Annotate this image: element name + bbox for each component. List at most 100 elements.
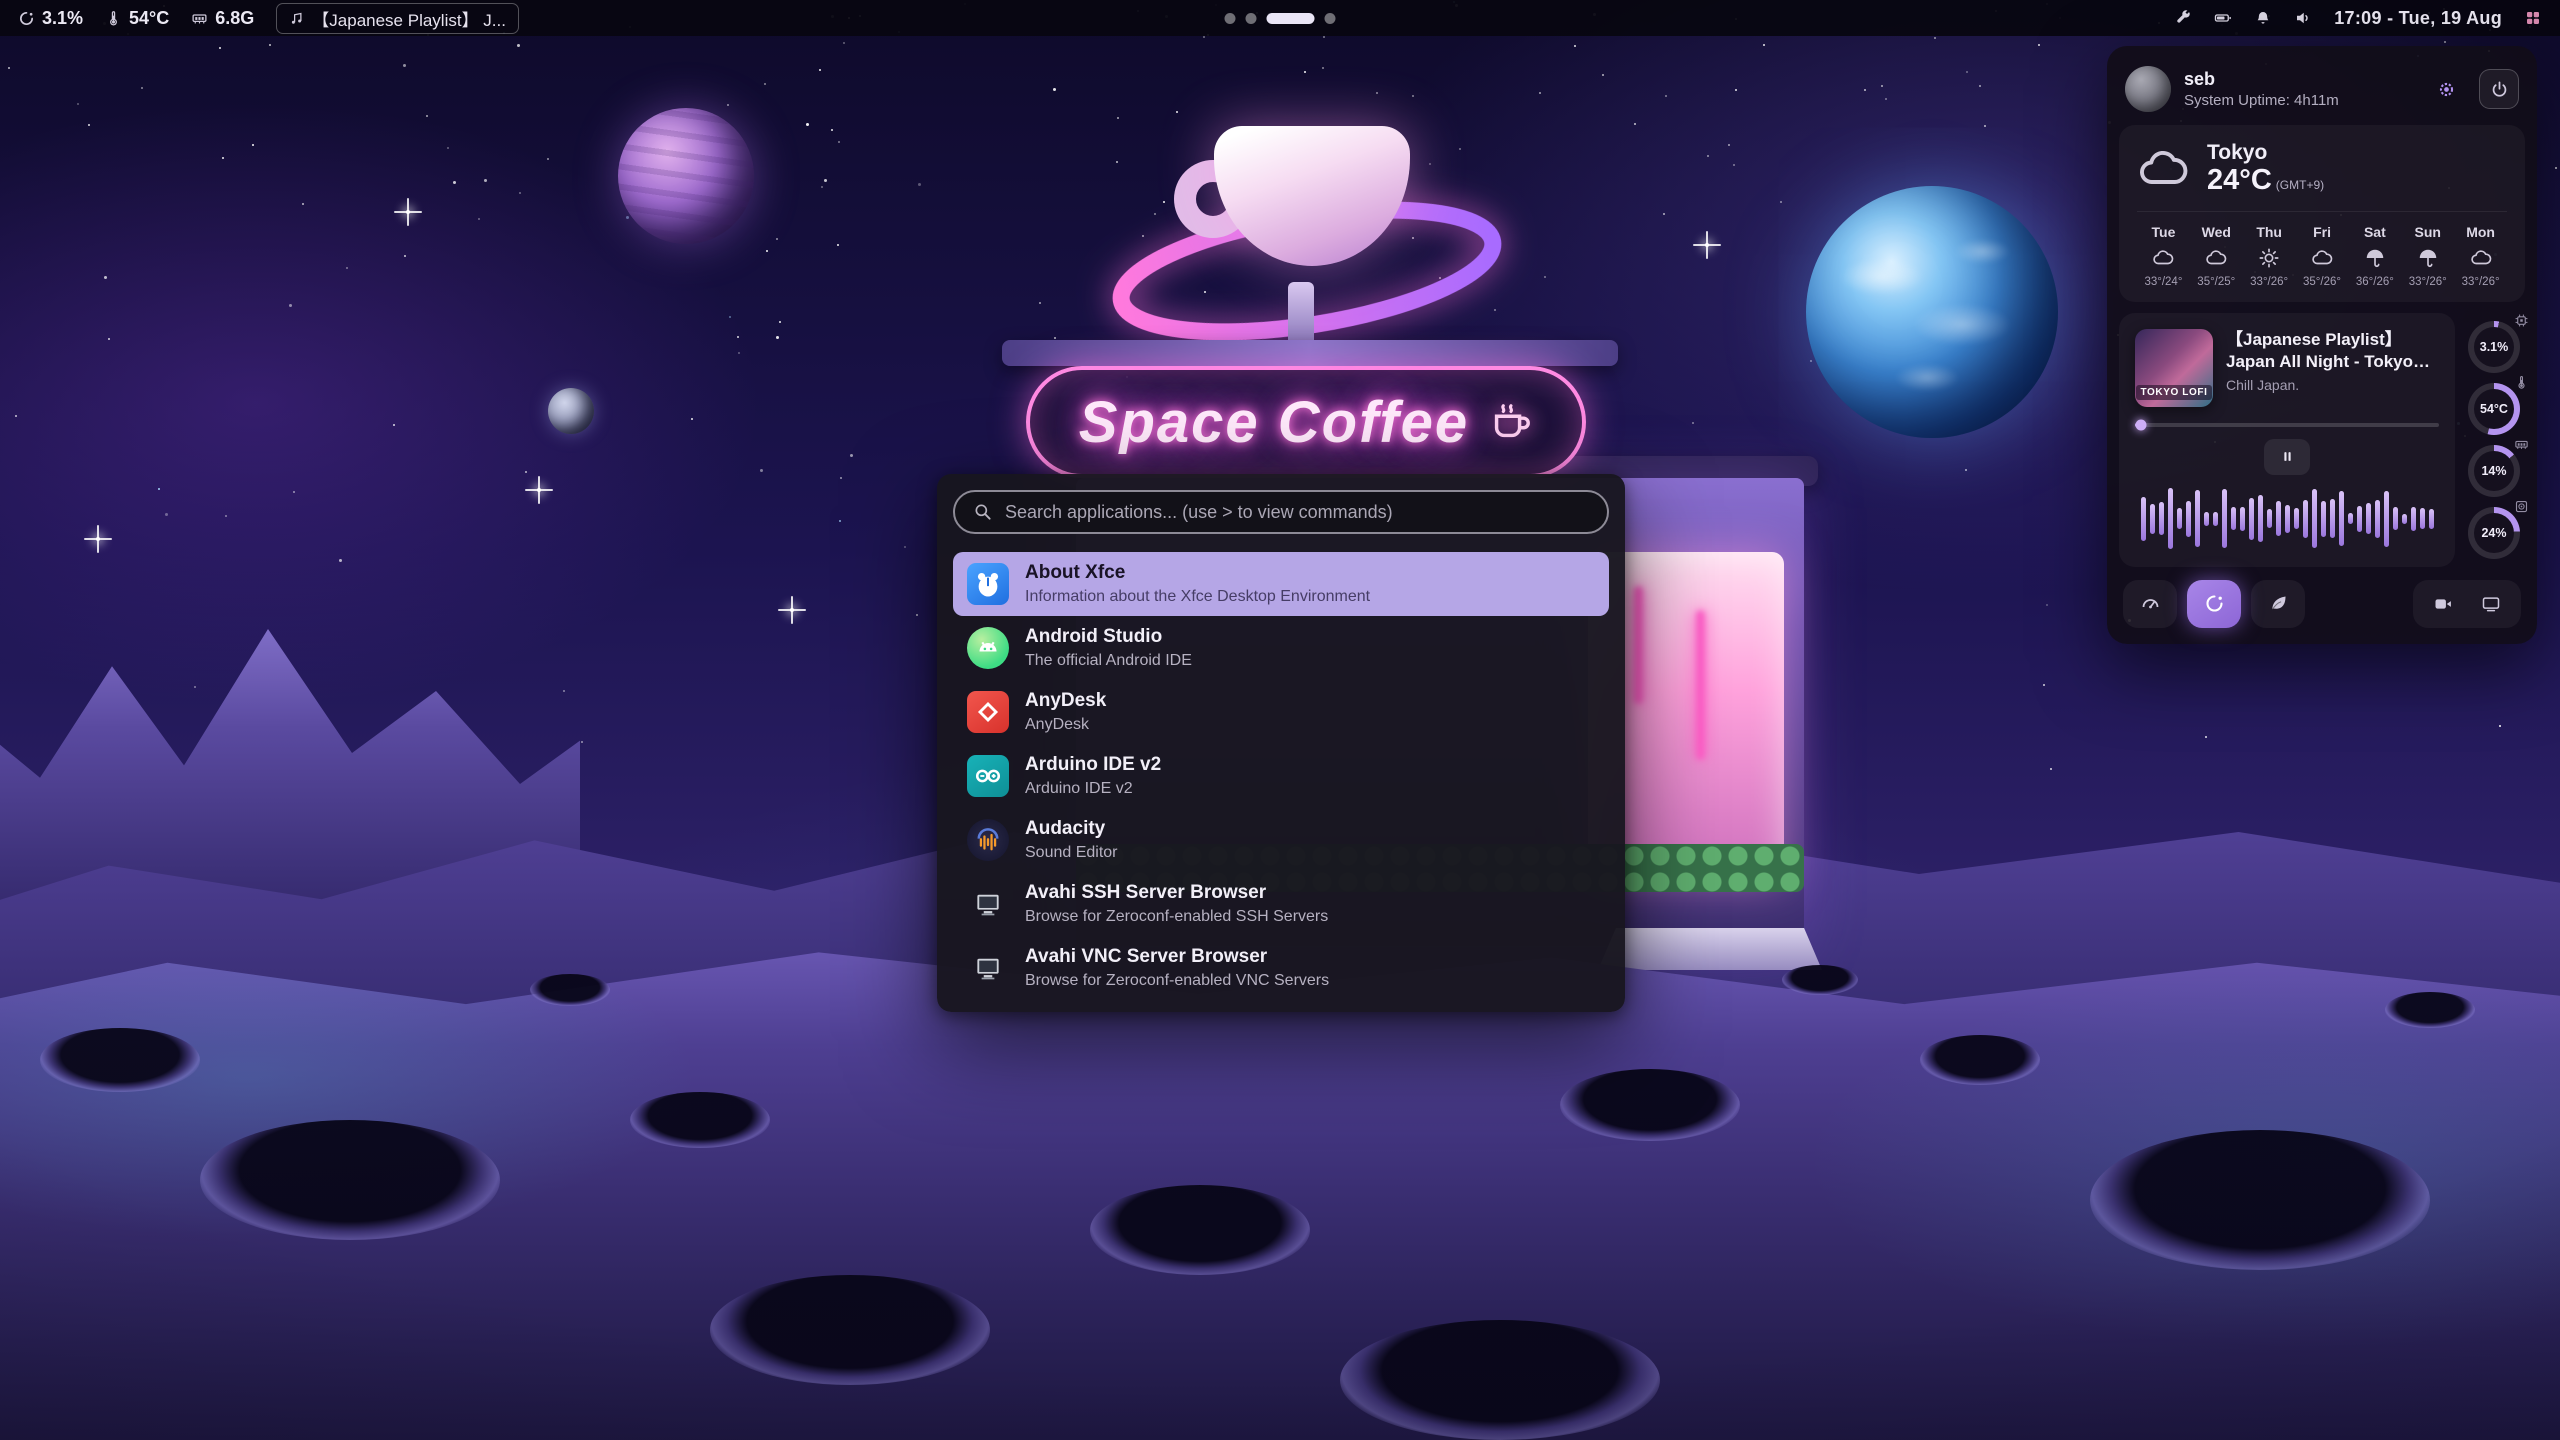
- workspace-2[interactable]: [1246, 13, 1257, 24]
- star: [447, 147, 449, 149]
- crater: [40, 1028, 200, 1092]
- star: [404, 255, 406, 257]
- star: [821, 186, 823, 188]
- battery-icon[interactable]: [2214, 9, 2232, 27]
- app-menu-grid-icon[interactable]: [2524, 9, 2542, 27]
- star: [729, 316, 731, 318]
- balanced-mode-button[interactable]: [2187, 580, 2241, 628]
- screen-record-button[interactable]: [2421, 585, 2465, 623]
- thermometer-icon: [105, 10, 122, 27]
- track-title: 【Japanese Playlist】 Japan All Night - To…: [2226, 329, 2439, 373]
- star: [525, 471, 527, 473]
- forecast-day-label: Sat: [2364, 224, 2386, 240]
- seek-bar[interactable]: [2135, 423, 2439, 427]
- forecast-day-label: Thu: [2256, 224, 2282, 240]
- star: [1780, 201, 1782, 203]
- forecast-day-fri: Fri35°/26°: [2296, 224, 2349, 288]
- launcher-search[interactable]: [953, 490, 1609, 534]
- weather-city: Tokyo: [2207, 141, 2324, 165]
- cloud-icon: [2152, 247, 2174, 269]
- performance-mode-button[interactable]: [2123, 580, 2177, 628]
- app-name: Android Studio: [1025, 626, 1192, 649]
- launcher-item-avahi-ssh-server-browser[interactable]: Avahi SSH Server Browser Browse for Zero…: [953, 872, 1609, 936]
- star: [1539, 92, 1541, 94]
- clock[interactable]: 17:09 - Tue, 19 Aug: [2334, 8, 2502, 29]
- cloud-icon: [2311, 247, 2333, 269]
- wave-bar: [2330, 499, 2335, 538]
- star: [1728, 144, 1730, 146]
- sparkle-star: [537, 488, 541, 492]
- gauge-value: 14%: [2468, 445, 2520, 497]
- tools-icon[interactable]: [2174, 9, 2192, 27]
- wave-bar: [2366, 503, 2371, 534]
- workspace-3-active[interactable]: [1267, 13, 1315, 24]
- star: [104, 276, 107, 279]
- app-description: Arduino IDE v2: [1025, 779, 1161, 798]
- star: [293, 491, 295, 493]
- ram-icon: [2514, 437, 2529, 452]
- cloud-icon: [2470, 247, 2492, 269]
- volume-icon[interactable]: [2294, 9, 2312, 27]
- user-avatar[interactable]: [2125, 66, 2171, 112]
- wave-bar: [2303, 500, 2308, 538]
- disk-icon: [2514, 499, 2529, 514]
- wave-bar: [2186, 501, 2191, 537]
- notification-bell-icon[interactable]: [2254, 9, 2272, 27]
- launcher-item-about-xfce[interactable]: About Xfce Information about the Xfce De…: [953, 552, 1609, 616]
- app-name: Arduino IDE v2: [1025, 754, 1161, 777]
- wave-bar: [2375, 500, 2380, 538]
- star: [222, 157, 224, 159]
- memory-indicator[interactable]: 6.8G: [191, 8, 254, 29]
- cpu-gauge-icon: [18, 10, 35, 27]
- power-button[interactable]: [2479, 69, 2519, 109]
- search-input[interactable]: [1005, 502, 1589, 523]
- now-playing-widget[interactable]: 【Japanese Playlist】 J...: [276, 3, 519, 34]
- audacity-icon: [967, 819, 1009, 861]
- wave-bar: [2411, 507, 2416, 531]
- launcher-item-android-studio[interactable]: Android Studio The official Android IDE: [953, 616, 1609, 680]
- star: [779, 321, 781, 323]
- top-panel: 3.1% 54°C 6.8G 【Japanese Playlist】 J... …: [0, 0, 2560, 36]
- crater: [200, 1120, 500, 1240]
- star: [1733, 164, 1735, 166]
- display-button[interactable]: [2469, 585, 2513, 623]
- music-note-icon: [289, 11, 304, 26]
- workspace-4[interactable]: [1325, 13, 1336, 24]
- wave-bar: [2222, 489, 2227, 548]
- launcher-item-anydesk[interactable]: AnyDesk AnyDesk: [953, 680, 1609, 744]
- album-art[interactable]: TOKYO LOFI: [2135, 329, 2213, 407]
- launcher-item-avahi-vnc-server-browser[interactable]: Avahi VNC Server Browser Browse for Zero…: [953, 936, 1609, 1000]
- cpu-indicator[interactable]: 3.1%: [18, 8, 83, 29]
- seek-handle[interactable]: [2136, 419, 2147, 430]
- crater: [1560, 1069, 1740, 1141]
- launcher-item-arduino-ide-v2[interactable]: Arduino IDE v2 Arduino IDE v2: [953, 744, 1609, 808]
- star: [1203, 36, 1205, 38]
- powersave-mode-button[interactable]: [2251, 580, 2305, 628]
- star: [1602, 74, 1604, 76]
- star: [158, 488, 160, 490]
- star: [1966, 71, 1968, 73]
- star: [626, 216, 629, 219]
- wave-bar: [2267, 509, 2272, 528]
- star: [918, 183, 921, 186]
- cloud-icon: [2205, 247, 2227, 269]
- workspace-switcher[interactable]: [1225, 0, 1336, 36]
- star: [141, 87, 143, 89]
- temperature-indicator[interactable]: 54°C: [105, 8, 169, 29]
- search-icon: [973, 502, 993, 522]
- forecast-day-sat: Sat36°/26°: [2348, 224, 2401, 288]
- crater: [630, 1092, 770, 1148]
- star: [1707, 155, 1709, 157]
- star: [1692, 422, 1694, 424]
- workspace-1[interactable]: [1225, 13, 1236, 24]
- gauge-value: 24%: [2468, 507, 2520, 559]
- gear-icon: [2437, 80, 2456, 99]
- star: [194, 686, 196, 688]
- settings-button[interactable]: [2426, 69, 2466, 109]
- pause-button[interactable]: [2264, 439, 2310, 475]
- star: [737, 336, 739, 338]
- forecast-day-label: Wed: [2202, 224, 2231, 240]
- star: [776, 238, 778, 240]
- star: [1934, 37, 1936, 39]
- launcher-item-audacity[interactable]: Audacity Sound Editor: [953, 808, 1609, 872]
